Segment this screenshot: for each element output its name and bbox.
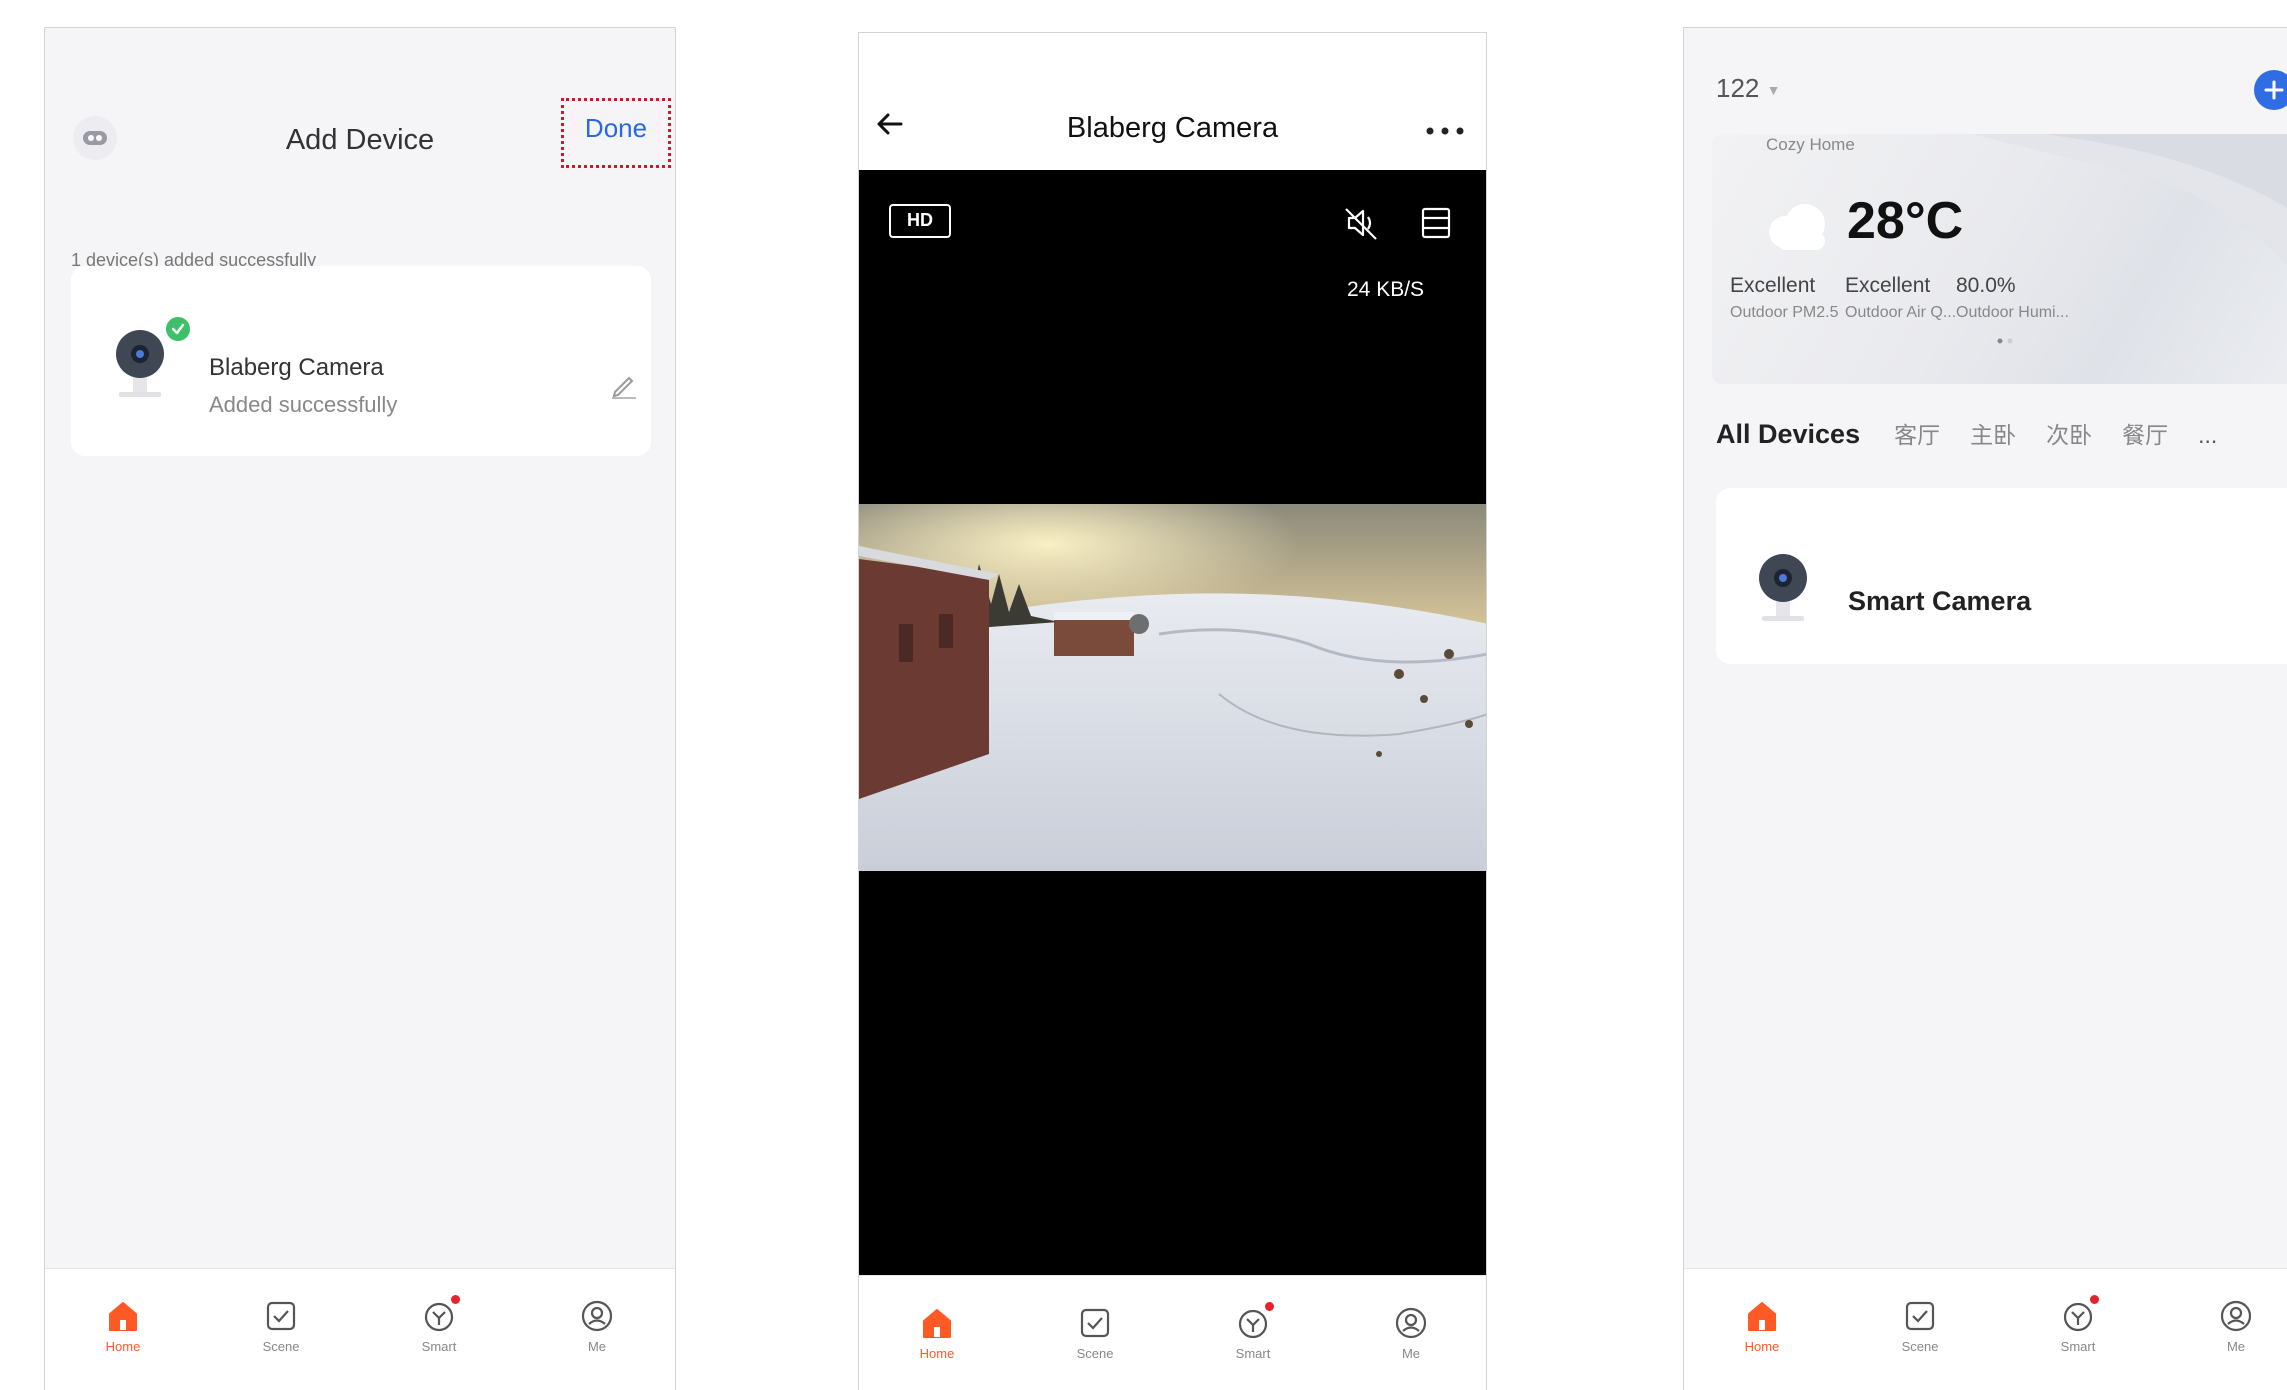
add-device-button[interactable]	[2254, 70, 2287, 110]
add-device-screen: Add Device Done 1 device(s) added succes…	[44, 27, 676, 1390]
home-screen: 122 ▼ Cozy Home 28°C Excellent Outdoor P…	[1683, 27, 2287, 1390]
tab-home-label: Home	[105, 1339, 141, 1354]
tab-me[interactable]: Me	[1361, 1304, 1461, 1361]
screen-mode-icon[interactable]	[1419, 206, 1453, 245]
home-name: 122	[1716, 73, 1760, 103]
stat-value: Excellent	[1730, 274, 1816, 297]
bottom-tab-bar: Home Scene Smart Me	[1684, 1268, 2287, 1390]
smart-icon	[389, 1295, 489, 1335]
bottom-tab-bar: Home Scene Smart Me	[859, 1275, 1486, 1390]
tab-home[interactable]: Home	[73, 1297, 173, 1354]
done-button[interactable]: Done	[561, 98, 671, 168]
room-tab-all[interactable]: All Devices	[1716, 419, 1860, 450]
smart-icon	[2028, 1295, 2128, 1335]
scene-icon	[1045, 1304, 1145, 1342]
tab-scene[interactable]: Scene	[231, 1297, 331, 1354]
device-name: Blaberg Camera	[209, 354, 384, 381]
me-icon	[1361, 1304, 1461, 1342]
home-selector[interactable]: 122 ▼	[1716, 73, 1780, 104]
tab-scene[interactable]: Scene	[1870, 1297, 1970, 1354]
tab-smart[interactable]: Smart	[389, 1295, 489, 1354]
stat-value: Excellent	[1845, 274, 1931, 297]
tab-home-label: Home	[1744, 1339, 1780, 1354]
tab-scene[interactable]: Scene	[1045, 1304, 1145, 1361]
caret-down-icon: ▼	[1766, 82, 1781, 99]
edit-pencil-icon[interactable]	[609, 370, 639, 405]
stat-label: Outdoor Humi...	[1956, 304, 2069, 321]
room-tab-dining[interactable]: 餐厅	[2122, 416, 2168, 450]
camera-device-icon	[111, 324, 171, 409]
room-tabs: All Devices 客厅 主卧 次卧 餐厅...	[1716, 416, 2217, 450]
bottom-tab-bar: Home Scene Smart Me	[45, 1268, 675, 1390]
carousel-dots	[1996, 332, 2016, 350]
tab-scene-label: Scene	[1901, 1339, 1939, 1354]
page-title: Blaberg Camera	[1066, 112, 1279, 144]
hd-toggle-button[interactable]: HD	[889, 204, 951, 238]
tab-smart[interactable]: Smart	[1203, 1302, 1303, 1361]
weather-stat-pm25: Excellent Outdoor PM2.5	[1730, 274, 1839, 322]
room-tab-master-bedroom[interactable]: 主卧	[1970, 416, 2016, 450]
tab-smart-label: Smart	[2060, 1339, 2096, 1354]
device-card[interactable]: Blaberg Camera Added successfully	[71, 266, 651, 456]
video-player[interactable]: HD 24 KB/S	[859, 170, 1486, 1277]
device-card[interactable]: Smart Camera	[1716, 488, 2287, 664]
home-icon	[887, 1304, 987, 1342]
plus-icon	[2264, 80, 2284, 100]
room-tabs-more[interactable]: ...	[2198, 422, 2217, 449]
camera-device-icon	[1754, 548, 1814, 633]
home-subtitle: Cozy Home	[1766, 135, 1855, 154]
me-icon	[2186, 1297, 2286, 1335]
tab-me-label: Me	[1401, 1346, 1421, 1361]
smart-icon	[1203, 1302, 1303, 1342]
tab-me[interactable]: Me	[547, 1297, 647, 1354]
tab-scene-label: Scene	[1076, 1346, 1114, 1361]
me-icon	[547, 1297, 647, 1335]
weather-stat-air-quality: Excellent Outdoor Air Q...	[1845, 274, 1956, 322]
home-icon	[1712, 1297, 1812, 1335]
tab-home[interactable]: Home	[1712, 1297, 1812, 1354]
stat-label: Outdoor PM2.5	[1730, 304, 1839, 321]
tab-home-label: Home	[919, 1346, 955, 1361]
more-options-icon[interactable]	[1425, 123, 1465, 141]
tab-me-label: Me	[2226, 1339, 2246, 1354]
temperature: 28°C	[1847, 192, 1964, 250]
room-tab-living[interactable]: 客厅	[1894, 416, 1940, 450]
tab-smart-label: Smart	[421, 1339, 457, 1354]
mute-speaker-icon[interactable]	[1343, 204, 1381, 247]
room-tab-second-bedroom[interactable]: 次卧	[2046, 416, 2092, 450]
device-status: Added successfully	[209, 392, 398, 417]
home-icon	[73, 1297, 173, 1335]
scene-icon	[1870, 1297, 1970, 1335]
tab-me[interactable]: Me	[2186, 1297, 2286, 1354]
success-check-icon	[163, 314, 193, 344]
bitrate-readout: 24 KB/S	[1347, 278, 1425, 301]
weather-stat-humidity: 80.0% Outdoor Humi...	[1956, 274, 2069, 322]
tab-smart-label: Smart	[1235, 1346, 1271, 1361]
scene-icon	[231, 1297, 331, 1335]
stat-label: Outdoor Air Q...	[1845, 304, 1957, 321]
camera-live-screen: Blaberg Camera HD 24 KB/S Home Scene Sma…	[858, 32, 1487, 1390]
tab-smart[interactable]: Smart	[2028, 1295, 2128, 1354]
notification-dot	[2090, 1295, 2099, 1304]
camera-feed-image	[859, 504, 1486, 871]
tab-me-label: Me	[587, 1339, 607, 1354]
tab-scene-label: Scene	[262, 1339, 300, 1354]
tab-home[interactable]: Home	[887, 1304, 987, 1361]
notification-dot	[451, 1295, 460, 1304]
cloud-weather-icon	[1759, 196, 1839, 261]
notification-dot	[1265, 1302, 1274, 1311]
device-name: Smart Camera	[1848, 586, 2032, 616]
done-button-label: Done	[584, 113, 648, 143]
stat-value: 80.0%	[1956, 274, 2016, 297]
